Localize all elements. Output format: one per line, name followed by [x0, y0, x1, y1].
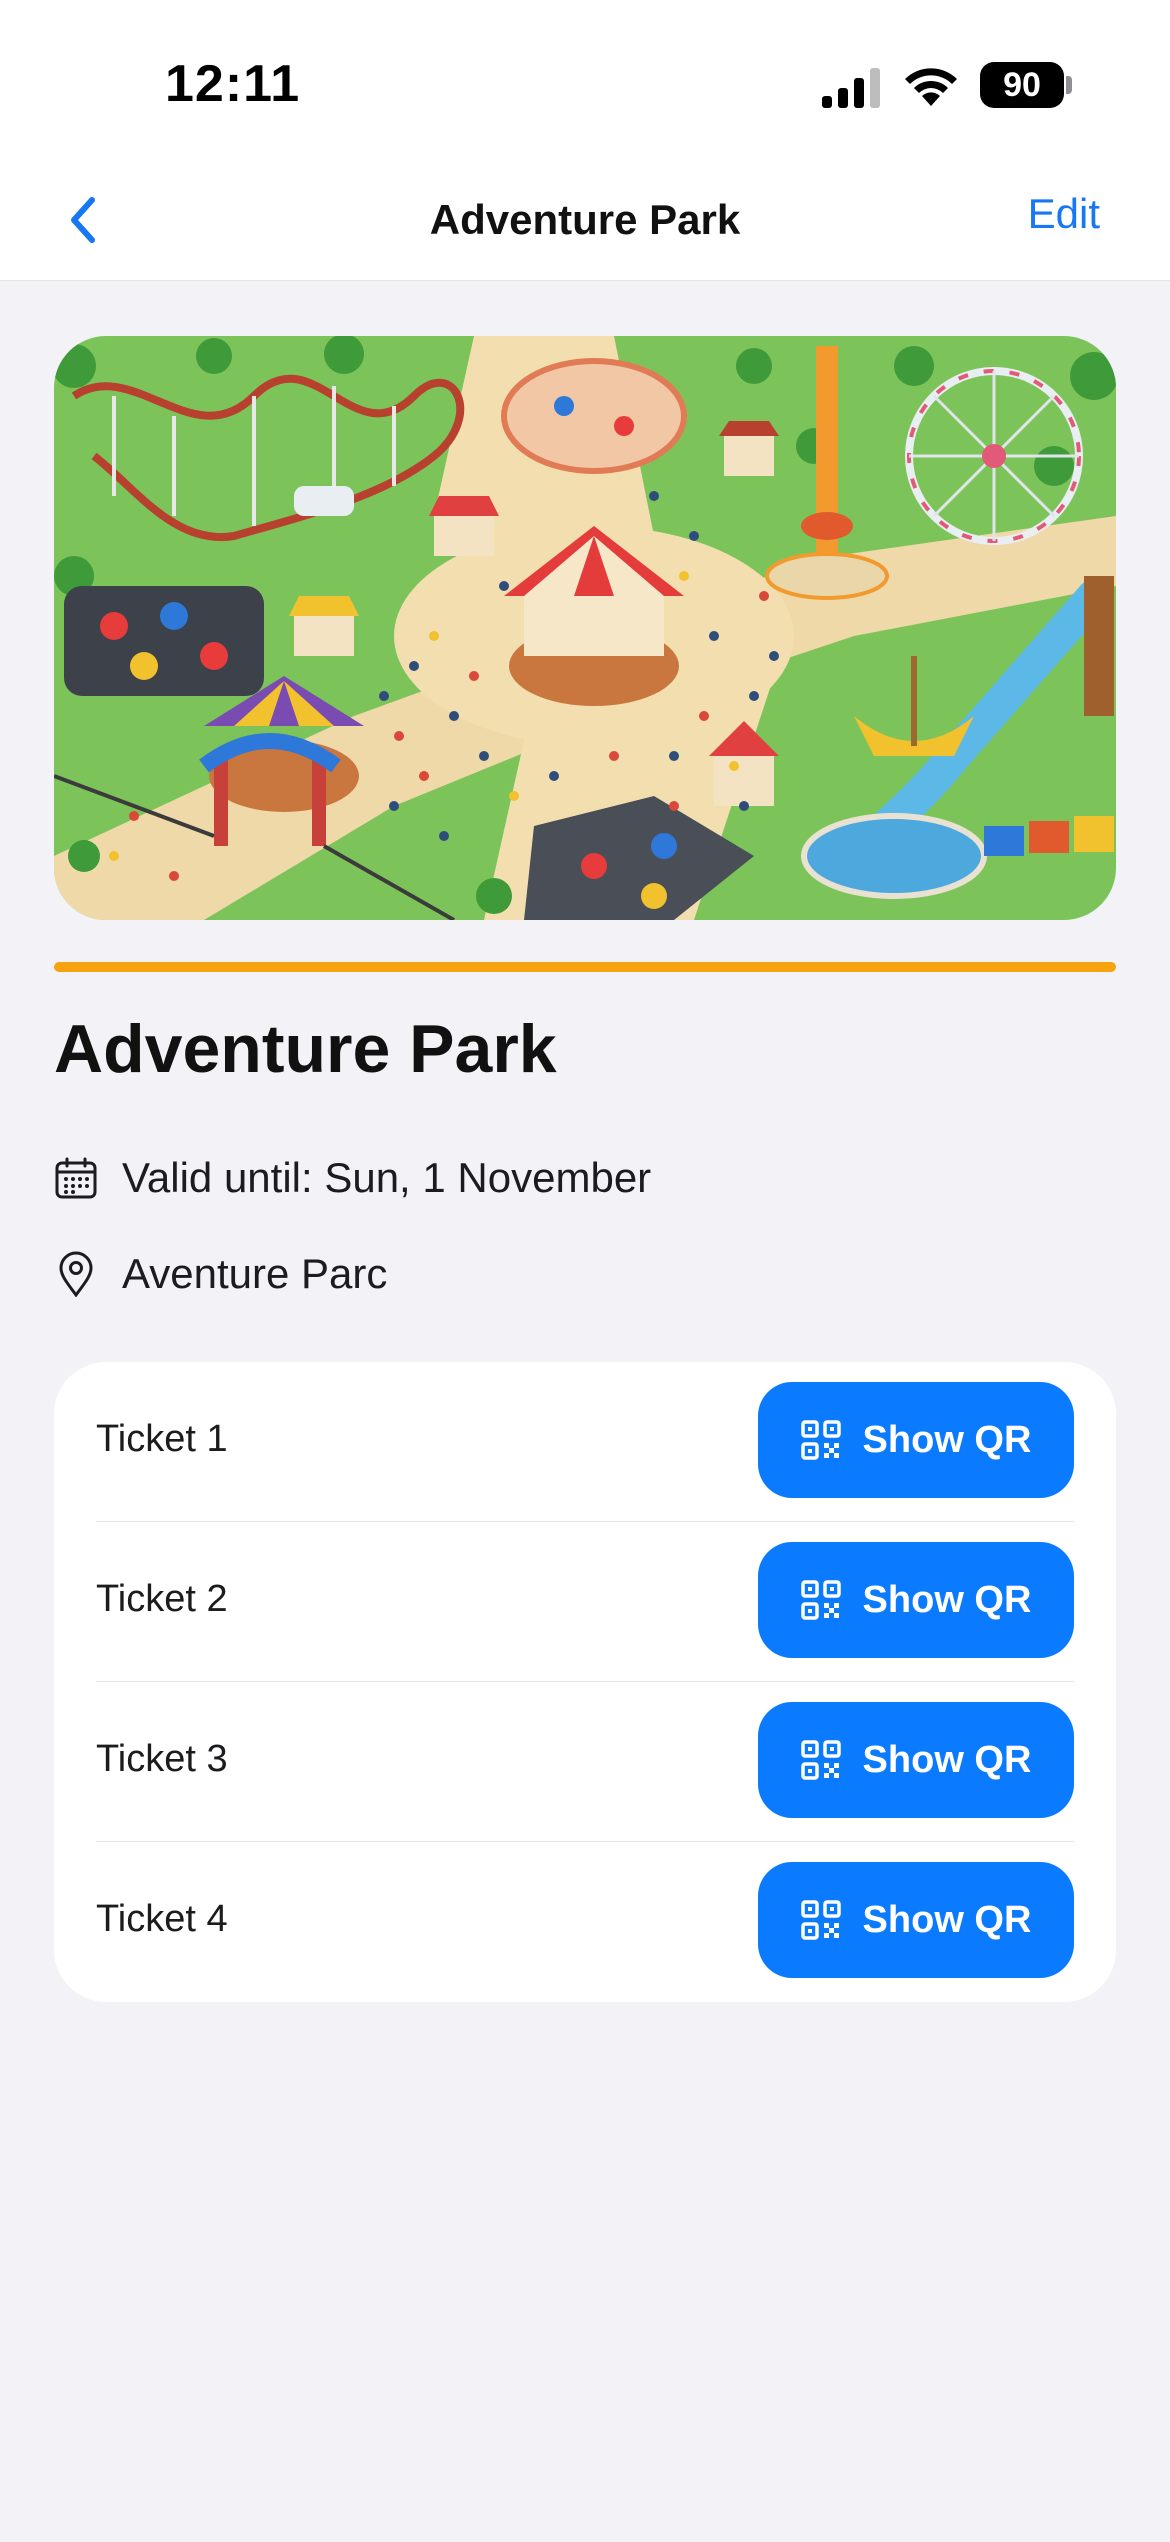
show-qr-button[interactable]: Show QR: [758, 1862, 1074, 1978]
battery-indicator: 90: [980, 62, 1064, 108]
ticket-row: Ticket 4 Show QR: [96, 1842, 1074, 2002]
location-pin-icon: [54, 1251, 98, 1297]
show-qr-label: Show QR: [862, 1578, 1032, 1621]
amusement-park-illustration: [54, 336, 1116, 920]
hero-image: [54, 336, 1116, 920]
ticket-row: Ticket 3 Show QR: [96, 1682, 1074, 1842]
show-qr-label: Show QR: [862, 1898, 1032, 1941]
nav-title: Adventure Park: [429, 196, 741, 243]
cellular-signal-icon: [822, 68, 880, 108]
valid-until-row: Valid until: Sun, 1 November: [54, 1148, 651, 1208]
ticket-label: Ticket 3: [96, 1738, 228, 1780]
qr-code-icon: [800, 1900, 841, 1940]
calendar-icon: [54, 1155, 98, 1201]
battery-cap: [1066, 76, 1072, 94]
qr-code-icon: [800, 1580, 841, 1620]
ticket-label: Ticket 2: [96, 1578, 228, 1620]
ticket-row: Ticket 2 Show QR: [96, 1522, 1074, 1682]
status-time: 12:11: [165, 55, 301, 113]
tickets-list: Ticket 1 Show QR Ticket 2 Show QR Ticket…: [54, 1362, 1116, 2002]
show-qr-label: Show QR: [862, 1418, 1032, 1461]
show-qr-button[interactable]: Show QR: [758, 1382, 1074, 1498]
navigation-bar: Adventure Park Edit: [0, 160, 1170, 281]
accent-divider: [54, 962, 1116, 972]
location-row: Aventure Parc: [54, 1244, 387, 1304]
page-title: Adventure Park: [54, 1011, 557, 1087]
status-bar: 12:11 90: [0, 0, 1170, 160]
location-text: Aventure Parc: [122, 1250, 388, 1297]
show-qr-button[interactable]: Show QR: [758, 1702, 1074, 1818]
qr-code-icon: [800, 1740, 841, 1780]
show-qr-button[interactable]: Show QR: [758, 1542, 1074, 1658]
show-qr-label: Show QR: [862, 1738, 1032, 1781]
ticket-row: Ticket 1 Show QR: [96, 1362, 1074, 1522]
ticket-label: Ticket 4: [96, 1898, 228, 1940]
qr-code-icon: [800, 1420, 841, 1460]
edit-button[interactable]: Edit: [1028, 190, 1100, 238]
wifi-icon: [905, 68, 957, 106]
ticket-label: Ticket 1: [96, 1418, 228, 1460]
valid-until-text: Valid until: Sun, 1 November: [122, 1154, 652, 1201]
